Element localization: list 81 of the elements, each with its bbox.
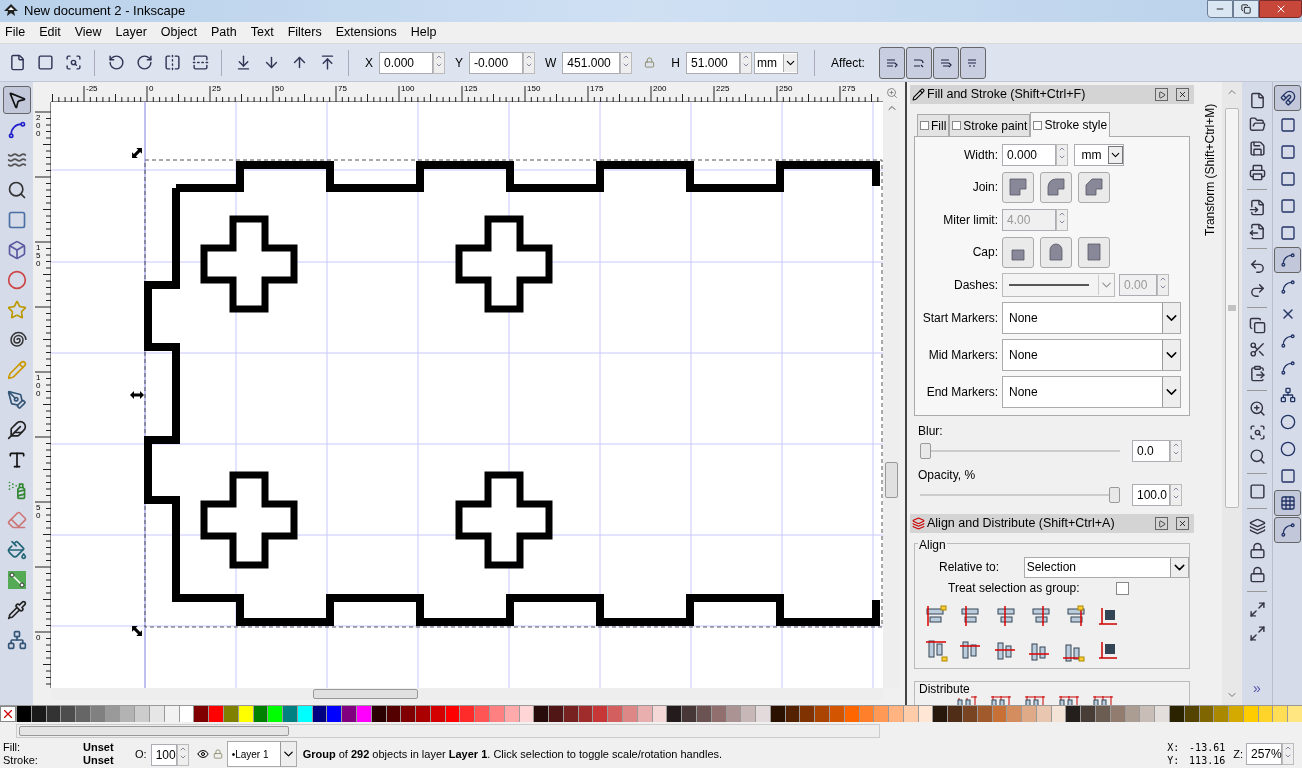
number-field[interactable]: 100.0 [1132,484,1170,506]
ruler-label: 200 [36,114,42,138]
tab[interactable]: Stroke style [1030,112,1111,137]
field-label: W [545,54,557,72]
stroke-label: Stroke: [3,754,39,767]
opacity-label: O: [135,746,147,762]
menu-item[interactable]: Object [160,23,197,42]
ruler-label: 50 [275,84,284,94]
dialog-title: Fill and Stroke (Shift+Ctrl+F) [927,86,1086,104]
x-coordinate: -13.61 [1188,741,1226,754]
number-field[interactable]: 100 [150,744,177,766]
more-commands-button[interactable]: » [1253,678,1261,699]
x-label: X: [1167,741,1181,754]
number-field[interactable]: 451.000 [562,51,621,74]
fill-label: Fill: [3,741,22,754]
affect-label: Affect: [831,54,865,72]
unit-dropdown[interactable]: mm [754,51,799,74]
ruler-label: 75 [338,84,347,94]
menu-item[interactable]: Path [211,23,237,42]
menu-item[interactable]: File [5,23,26,42]
group-title: Distribute [918,682,971,698]
menu-item[interactable]: Text [250,23,274,42]
ruler-label: 200 [653,84,667,94]
ruler-label: 50 [36,504,42,520]
ruler-label: 100 [401,84,415,94]
zoom-label: Z: [1233,746,1243,762]
marker-dropdown[interactable]: None [1002,339,1181,371]
tab[interactable]: Fill [917,114,950,136]
number-field[interactable]: 0.000 [1002,144,1056,166]
ruler-label: 175 [590,84,604,94]
ruler-label: 25 [212,84,221,94]
status-message: Group of 292 objects in layer Layer 1. Click selection to toggle scale/rotation handles. [302,746,723,762]
tab[interactable]: Stroke paint [949,114,1031,136]
menu-item[interactable]: View [74,23,102,42]
ruler-label: 150 [527,84,541,94]
marker-dropdown[interactable]: None [1002,302,1181,334]
form-label: Dashes: [952,277,998,294]
form-label: Width: [963,147,998,164]
form-label: Mid Markers: [927,347,998,364]
number-field[interactable]: 257% [1246,743,1282,765]
number-field[interactable]: -0.000 [469,51,524,74]
number-field[interactable]: 51.000 [686,51,741,74]
ruler-label: 0 [36,634,42,642]
fill-value: Unset [83,741,115,754]
number-field[interactable]: 0.0 [1132,440,1170,462]
form-label: End Markers: [925,384,998,401]
ruler-label: 250 [779,84,793,94]
stroke-value: Unset [83,754,115,767]
form-label: Start Markers: [921,310,998,327]
side-tab[interactable]: Transform (Shift+Ctrl+M) [1201,88,1218,236]
menu-item[interactable]: Extensions [335,23,397,42]
unit-dropdown[interactable]: mm [1074,144,1124,166]
opacity-label: Opacity, % [918,467,977,484]
treat-as-group-label: Treat selection as group: [948,580,1081,597]
blur-label: Blur: [918,423,944,440]
menu-item[interactable]: Edit [39,23,61,42]
field-label: Y [455,54,464,72]
marker-dropdown[interactable]: None [1002,376,1181,408]
ruler-label: 0 [149,84,154,94]
relative-to-dropdown[interactable]: Selection [1023,556,1189,578]
form-label: Miter limit: [942,211,998,229]
layer-dropdown[interactable]: •Layer 1 [226,741,297,767]
field-label: H [671,54,681,72]
form-label: Cap: [971,244,998,261]
field-label: X [365,54,373,72]
y-label: Y: [1167,754,1181,767]
ruler-label: 125 [464,84,478,94]
ruler-label: -25 [86,84,98,94]
form-label: Join: [971,179,998,196]
menu-item[interactable]: Filters [287,23,322,42]
y-coordinate: 113.16 [1188,754,1226,767]
menu-item[interactable]: Layer [115,23,147,42]
ruler-label: 100 [36,374,42,398]
number-field[interactable]: 0.000 [379,51,433,74]
ruler-label: 275 [842,84,856,94]
dialog-title: Align and Distribute (Shift+Ctrl+A) [927,515,1115,533]
window-title: New document 2 - Inkscape [24,2,186,21]
relative-to-label: Relative to: [939,559,1001,576]
ruler-label: 225 [716,84,730,94]
ruler-label: 150 [36,244,42,268]
menu-item[interactable]: Help [410,23,437,42]
